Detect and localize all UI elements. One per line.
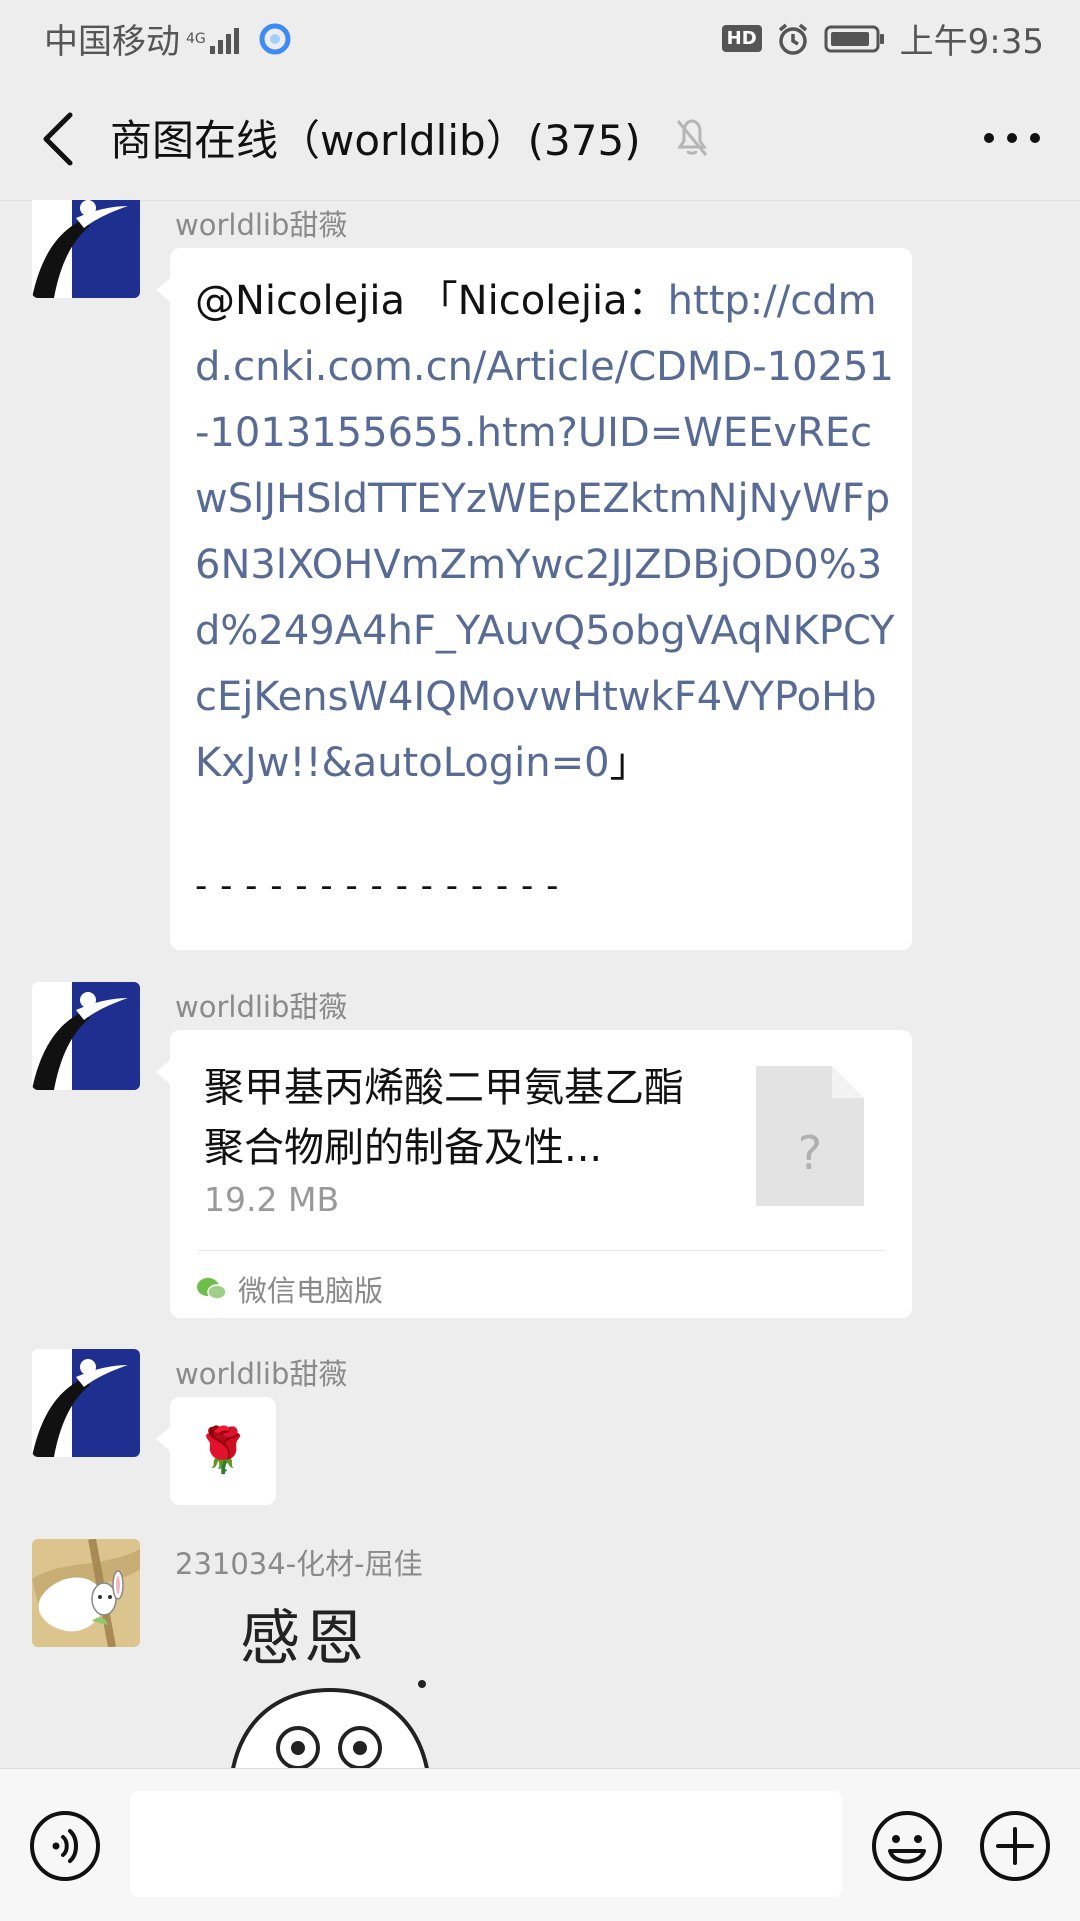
wechat-icon <box>197 1278 227 1300</box>
nav-bar: 商图在线（worldlib）(375) <box>0 75 1080 201</box>
bubble-tail <box>156 1060 170 1084</box>
chat-title: 商图在线（worldlib）(375) <box>110 116 641 165</box>
network-badge: 4G <box>186 30 206 47</box>
browser-app-icon <box>259 23 291 54</box>
avatar[interactable] <box>32 200 140 298</box>
message-text: @Nicolejia 「Nicolejia：http://cdmd.cnki.c… <box>195 268 895 796</box>
alarm-icon <box>778 23 807 55</box>
input-bar <box>0 1768 1080 1921</box>
sender-name: worldlib甜薇 <box>175 208 348 242</box>
chat-area[interactable]: worldlib甜薇 @Nicolejia 「Nicolejia：http://… <box>0 200 1080 1768</box>
message-divider: - - - - - - - - - - - - - - - <box>195 866 560 906</box>
time-label: 上午9:35 <box>899 22 1044 62</box>
file-card-divider <box>198 1250 884 1251</box>
status-bar: 中国移动 4G HD 上午9:35 <box>0 0 1080 75</box>
worldlib-logo-icon <box>32 982 140 1090</box>
sender-name: 231034-化材-屈佳 <box>175 1547 423 1581</box>
voice-icon[interactable] <box>28 1809 102 1883</box>
quote-open: 「Nicolejia： <box>404 278 668 324</box>
bubble-tail <box>156 278 170 302</box>
avatar[interactable] <box>32 1349 140 1457</box>
hd-badge: HD <box>721 25 762 52</box>
file-message-card[interactable]: 聚甲基丙烯酸二甲氨基乙酯聚合物刷的制备及性... 19.2 MB ? 微信电脑版 <box>156 1030 912 1318</box>
status-right: HD 上午9:35 <box>721 14 1044 63</box>
sticker-text: 感恩 <box>240 1604 368 1674</box>
file-source-label: 微信电脑版 <box>238 1274 384 1308</box>
file-unknown-icon: ? <box>756 1066 864 1206</box>
file-size: 19.2 MB <box>204 1180 340 1219</box>
bell-off-icon <box>676 119 708 156</box>
mention-text: @Nicolejia <box>195 278 405 324</box>
message-bubble[interactable]: 🌹 <box>156 1397 276 1505</box>
worldlib-logo-icon <box>32 200 140 298</box>
bubble-tail <box>156 1427 170 1451</box>
message-link[interactable]: http://cdmd.cnki.com.cn/Article/CDMD-102… <box>195 278 895 786</box>
battery-icon <box>824 25 884 52</box>
message-input[interactable] <box>130 1791 842 1897</box>
carrier-label: 中国移动 <box>44 22 180 62</box>
chevron-left-icon[interactable] <box>34 109 82 169</box>
avatar[interactable] <box>32 982 140 1090</box>
more-dots-icon[interactable] <box>982 131 1042 145</box>
sticker-image[interactable]: 感恩 <box>210 1590 450 1768</box>
sender-name: worldlib甜薇 <box>175 1357 348 1391</box>
plus-icon[interactable] <box>978 1809 1052 1883</box>
penguin-sticker-icon <box>231 1680 429 1768</box>
emoji-icon[interactable] <box>870 1809 944 1883</box>
bunny-avatar-icon <box>32 1539 140 1647</box>
status-left: 中国移动 4G <box>44 14 292 63</box>
sender-name: worldlib甜薇 <box>175 990 348 1024</box>
rose-emoji: 🌹 <box>195 1425 251 1476</box>
message-bubble[interactable]: @Nicolejia 「Nicolejia：http://cdmd.cnki.c… <box>156 248 912 950</box>
worldlib-logo-icon <box>32 1349 140 1457</box>
file-title: 聚甲基丙烯酸二甲氨基乙酯聚合物刷的制备及性... <box>204 1065 684 1171</box>
signal-icon <box>209 27 239 54</box>
file-icon-glyph: ? <box>797 1126 823 1180</box>
file-source: 微信电脑版 <box>196 1268 383 1310</box>
quote-close: 」 <box>609 740 650 786</box>
avatar[interactable] <box>32 1539 140 1647</box>
